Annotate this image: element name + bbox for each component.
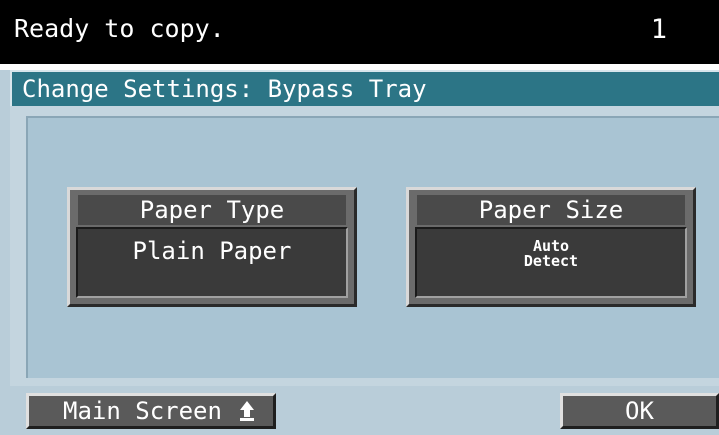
paper-type-value: Plain Paper bbox=[132, 237, 292, 265]
main-screen-button[interactable]: Main Screen bbox=[26, 393, 276, 429]
paper-type-value-box: Plain Paper bbox=[76, 227, 348, 298]
main-screen-label: Main Screen bbox=[63, 397, 222, 425]
paper-size-value-box: Auto Detect bbox=[415, 227, 687, 298]
status-message: Ready to copy. bbox=[14, 14, 225, 43]
screen-title: Change Settings: Bypass Tray bbox=[22, 75, 427, 103]
copy-count: 1 bbox=[650, 14, 667, 45]
paper-size-button[interactable]: Paper Size Auto Detect bbox=[406, 187, 696, 307]
status-bar: Ready to copy. 1 bbox=[0, 0, 719, 64]
screen-title-bar: Change Settings: Bypass Tray bbox=[10, 70, 719, 106]
copier-control-panel-screen: Ready to copy. 1 Change Settings: Bypass… bbox=[0, 0, 719, 435]
paper-size-label: Paper Size bbox=[417, 195, 685, 225]
paper-type-label: Paper Type bbox=[78, 195, 346, 225]
ok-button[interactable]: OK bbox=[560, 393, 719, 429]
return-arrow-icon bbox=[240, 401, 254, 421]
paper-size-value: Auto Detect bbox=[523, 237, 579, 270]
paper-type-button[interactable]: Paper Type Plain Paper bbox=[67, 187, 357, 307]
